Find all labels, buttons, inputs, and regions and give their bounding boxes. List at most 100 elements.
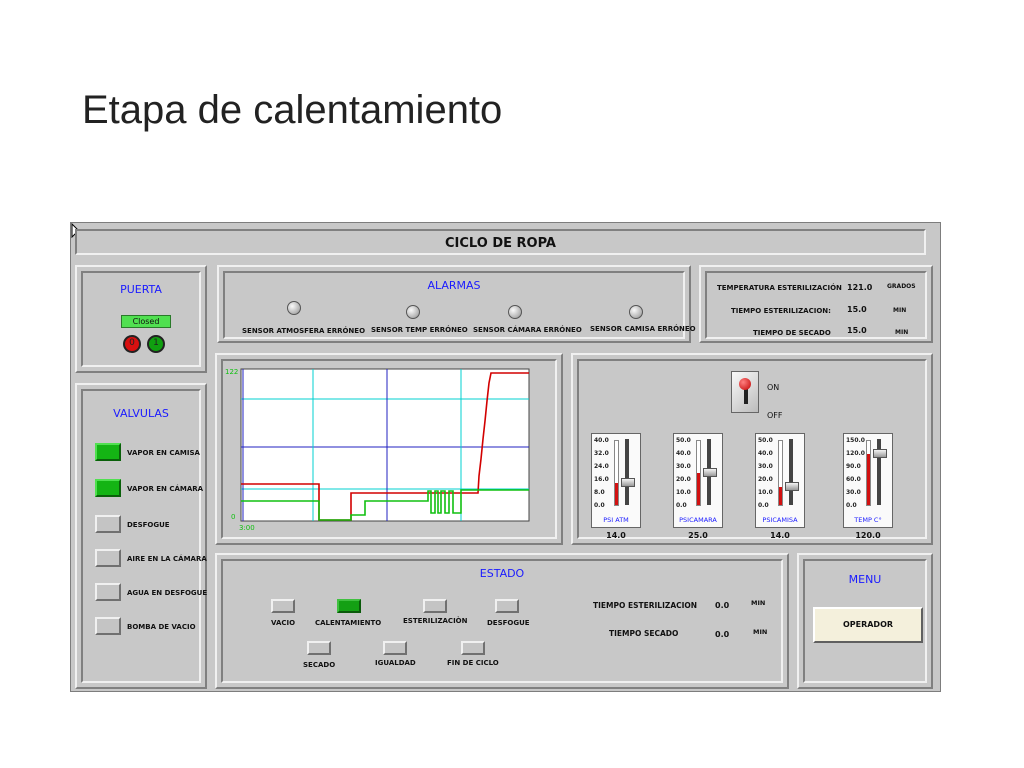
valve-agua-desfogue[interactable] bbox=[95, 583, 121, 601]
gauges-inner: ON OFF 40.0 32.0 24.0 16.0 8.0 0.0 PSI ATM 14.0… bbox=[577, 359, 927, 540]
gauges-panel: ON OFF 40.0 32.0 24.0 16.0 8.0 0.0 PSI ATM 14.0… bbox=[571, 353, 933, 545]
gauge-bar bbox=[778, 440, 783, 506]
alarm-label-camara: SENSOR CÁMARA ERRÓNEO bbox=[473, 326, 582, 334]
valve-vapor-camisa[interactable] bbox=[95, 443, 121, 461]
gauge-bar bbox=[866, 440, 871, 506]
trend-x-start-label: 3:00 bbox=[239, 524, 255, 532]
alarms-title: ALARMAS bbox=[427, 279, 481, 292]
door-open-button[interactable]: 0 bbox=[123, 335, 141, 353]
timer-esterilizacion-value: 0.0 bbox=[715, 601, 730, 610]
gauge-slider-thumb[interactable] bbox=[785, 482, 799, 492]
gauge-name: PSICAMISA bbox=[762, 516, 798, 524]
gauge-name: PSICAMARA bbox=[679, 516, 717, 524]
toggle-off-label: OFF bbox=[767, 411, 783, 420]
timer-esterilizacion-unit: MIN bbox=[751, 599, 766, 607]
params-inner: TEMPERATURA ESTERILIZACIÓN 121.0 GRADOS … bbox=[705, 271, 927, 339]
valve-label-vapor-camara: VAPOR EN CÁMARA bbox=[127, 485, 204, 493]
alarms-panel: ALARMAS SENSOR ATMOSFERA ERRÓNEO SENSOR … bbox=[217, 265, 696, 343]
alarm-label-atmosfera: SENSOR ATMOSFERA ERRÓNEO bbox=[242, 327, 366, 335]
operator-button[interactable]: OPERADOR bbox=[813, 607, 923, 643]
trend-y-max-label: 122 bbox=[225, 368, 239, 376]
valves-title: VALVULAS bbox=[113, 407, 169, 420]
gauge-tick-label: 16.0 bbox=[594, 476, 609, 483]
operator-button-label: OPERADOR bbox=[842, 620, 894, 629]
param-value-tiempo-est: 15.0 bbox=[847, 305, 867, 314]
valve-label-bomba-vacio: BOMBA DE VACIO bbox=[127, 623, 196, 631]
state-desfogue-label: DESFOGUE bbox=[487, 619, 530, 627]
door-title: PUERTA bbox=[120, 283, 162, 296]
gauge-tick-label: 50.0 bbox=[676, 437, 691, 444]
alarm-lamp-camisa bbox=[629, 305, 643, 319]
timer-esterilizacion-label: TIEMPO ESTERILIZACION bbox=[593, 601, 698, 610]
gauge-fill bbox=[697, 473, 700, 505]
trend-inner: 122 0 3:00 bbox=[221, 359, 557, 539]
state-igualdad-indicator bbox=[383, 641, 407, 655]
timer-secado-label: TIEMPO SECADO bbox=[609, 629, 679, 638]
state-esterilizacion-label: ESTERILIZACIÒN bbox=[403, 617, 468, 625]
param-value-temp: 121.0 bbox=[847, 283, 873, 292]
valves-inner: VALVULAS VAPOR EN CAMISA VAPOR EN CÁMARA… bbox=[81, 389, 207, 683]
gauge-value: 120.0 bbox=[855, 531, 881, 540]
gauge-slider-thumb[interactable] bbox=[621, 477, 635, 487]
valve-vapor-camara[interactable] bbox=[95, 479, 121, 497]
gauge-tick-label: 24.0 bbox=[594, 463, 609, 470]
state-vacio-label: VACIO bbox=[271, 619, 296, 627]
gauge-tick-label: 32.0 bbox=[594, 450, 609, 457]
estado-title: ESTADO bbox=[479, 567, 525, 580]
gauge-bar bbox=[614, 440, 619, 506]
alarm-label-camisa: SENSOR CAMISA ERRÓNEO bbox=[590, 325, 696, 333]
state-secado-label: SECADO bbox=[303, 661, 336, 669]
gauge-name: PSI ATM bbox=[603, 516, 629, 524]
state-calentamiento-label: CALENTAMIENTO bbox=[315, 619, 382, 627]
gauge-bar bbox=[696, 440, 701, 506]
gauge-tick-label: 0.0 bbox=[758, 502, 769, 509]
gauge-slider-track bbox=[789, 439, 793, 505]
gauge-temp-c: 150.0 120.0 90.0 60.0 30.0 0.0 TEMP C° bbox=[843, 433, 893, 528]
valve-label-desfogue: DESFOGUE bbox=[127, 521, 170, 529]
alarm-lamp-temp bbox=[406, 305, 420, 319]
door-close-button[interactable]: 1 bbox=[147, 335, 165, 353]
door-panel: PUERTA Closed 0 1 bbox=[75, 265, 207, 373]
params-panel: TEMPERATURA ESTERILIZACIÓN 121.0 GRADOS … bbox=[699, 265, 933, 343]
valve-label-vapor-camisa: VAPOR EN CAMISA bbox=[127, 449, 200, 457]
valves-panel: VALVULAS VAPOR EN CAMISA VAPOR EN CÁMARA… bbox=[75, 383, 207, 689]
gauge-scale: 150.0 120.0 90.0 60.0 30.0 0.0 bbox=[846, 437, 866, 509]
state-desfogue-indicator bbox=[495, 599, 519, 613]
alarms-inner: ALARMAS SENSOR ATMOSFERA ERRÓNEO SENSOR … bbox=[223, 271, 696, 339]
gauge-tick-label: 0.0 bbox=[676, 502, 687, 509]
gauge-tick-label: 150.0 bbox=[846, 437, 865, 444]
valve-desfogue[interactable] bbox=[95, 515, 121, 533]
state-calentamiento-indicator bbox=[337, 599, 361, 613]
valve-aire-camara[interactable] bbox=[95, 549, 121, 567]
state-fin-ciclo-indicator bbox=[461, 641, 485, 655]
door-close-label: 1 bbox=[153, 338, 159, 348]
hmi-window: CICLO DE ROPA PUERTA Closed 0 1 ALARMAS … bbox=[70, 222, 941, 692]
gauge-tick-label: 40.0 bbox=[676, 450, 691, 457]
gauge-value: 25.0 bbox=[688, 531, 708, 540]
param-label-tiempo-est: TIEMPO ESTERILIZACION: bbox=[731, 307, 831, 315]
trend-chart bbox=[240, 368, 530, 522]
gauge-slider-track bbox=[625, 439, 629, 505]
gauge-tick-label: 120.0 bbox=[846, 450, 865, 457]
gauge-tick-label: 40.0 bbox=[758, 450, 773, 457]
gauge-slider-thumb[interactable] bbox=[703, 468, 717, 477]
power-toggle-switch[interactable] bbox=[731, 371, 759, 413]
gauge-tick-label: 0.0 bbox=[594, 502, 605, 509]
gauge-fill bbox=[779, 487, 782, 505]
gauge-scale: 50.0 40.0 30.0 20.0 10.0 0.0 bbox=[676, 437, 696, 509]
timer-secado-value: 0.0 bbox=[715, 630, 730, 639]
valve-bomba-vacio[interactable] bbox=[95, 617, 121, 635]
gauge-psicamara: 50.0 40.0 30.0 20.0 10.0 0.0 PSICAMARA bbox=[673, 433, 723, 528]
valve-label-aire-camara: AIRE EN LA CÁMARA bbox=[127, 555, 207, 563]
gauge-fill bbox=[867, 453, 870, 505]
alarm-label-temp: SENSOR TEMP ERRÓNEO bbox=[371, 326, 468, 334]
menu-inner: MENU OPERADOR bbox=[803, 559, 927, 683]
gauge-tick-label: 10.0 bbox=[676, 489, 691, 496]
gauge-psi-atm: 40.0 32.0 24.0 16.0 8.0 0.0 PSI ATM bbox=[591, 433, 641, 528]
param-label-temp: TEMPERATURA ESTERILIZACIÓN bbox=[717, 284, 842, 292]
state-vacio-indicator bbox=[271, 599, 295, 613]
gauge-scale: 50.0 40.0 30.0 20.0 10.0 0.0 bbox=[758, 438, 778, 509]
gauge-slider-thumb[interactable] bbox=[873, 448, 887, 458]
gauge-tick-label: 0.0 bbox=[846, 502, 857, 509]
gauge-psicamisa: 50.0 40.0 30.0 20.0 10.0 0.0 PSICAMISA bbox=[755, 433, 805, 528]
